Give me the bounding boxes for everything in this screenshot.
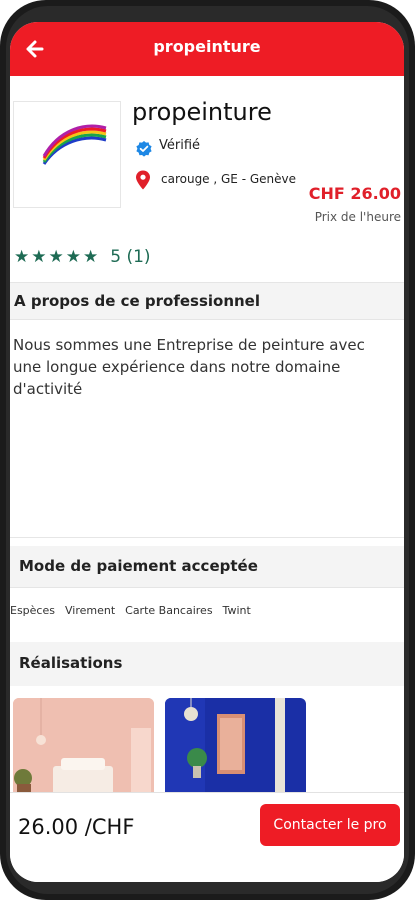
payment-section-header: Mode de paiement acceptée [10, 546, 404, 588]
rating-score: 5 (1) [110, 247, 150, 267]
verified-label: Vérifié [159, 138, 201, 153]
contact-pro-button[interactable]: Contacter le pro [260, 804, 400, 846]
footer-price: 26.00 /CHF [18, 815, 135, 839]
rating-count: (1) [126, 247, 151, 267]
payment-method-cash: Espèces [10, 604, 55, 617]
location-text: carouge , GE - Genève [161, 172, 297, 186]
professional-name: propeinture [132, 98, 272, 126]
map-pin-icon [136, 170, 150, 190]
gallery-section-header: Réalisations [10, 642, 404, 686]
app-screen: propeinture propeinture Vérifié carouge … [10, 22, 404, 882]
gallery-image-blue-room[interactable] [165, 698, 306, 798]
rating-value: 5 [110, 247, 122, 267]
check-badge-icon [136, 141, 152, 157]
gallery-image-bedroom[interactable] [13, 698, 154, 798]
page-title: propeinture [153, 37, 261, 56]
payment-method-card: Carte Bancaires [125, 604, 213, 617]
company-logo [13, 101, 121, 208]
section-divider [10, 537, 404, 538]
phone-frame: propeinture propeinture Vérifié carouge … [0, 0, 415, 900]
about-section-header: A propos de ce professionnel [10, 282, 404, 320]
bottom-action-bar: 26.00 /CHF Contacter le pro [10, 792, 404, 882]
star-rating-icons: ★★★★★ [14, 247, 101, 267]
top-app-bar: propeinture [10, 22, 404, 76]
payment-method-twint: Twint [222, 604, 251, 617]
gallery-title: Réalisations [19, 654, 123, 672]
payment-title: Mode de paiement acceptée [19, 557, 258, 575]
payment-methods: Espèces Virement Carte Bancaires Twint [10, 604, 251, 617]
price-caption: Prix de l'heure [314, 210, 401, 224]
about-title: A propos de ce professionnel [14, 292, 260, 310]
about-description: Nous sommes une Entreprise de peinture a… [13, 336, 365, 398]
hourly-price: CHF 26.00 [308, 184, 401, 203]
payment-method-transfer: Virement [64, 604, 116, 617]
rating-row: ★★★★★ 5 (1) [14, 246, 151, 268]
